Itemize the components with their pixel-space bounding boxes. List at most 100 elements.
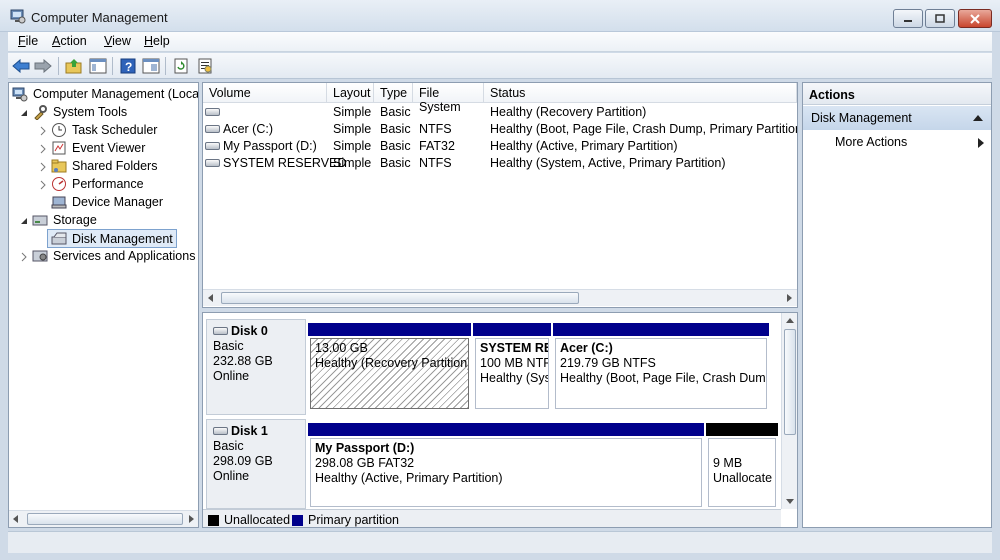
tree-node-services-and-applications[interactable]: Services and Applications <box>32 247 195 265</box>
maximize-button[interactable] <box>925 9 955 28</box>
column-header-status[interactable]: Status <box>484 83 797 103</box>
up-folder-icon <box>65 59 82 74</box>
scrollbar-thumb[interactable] <box>221 292 579 304</box>
partition-name: My Passport (D:) <box>315 441 415 455</box>
disk-1-unallocated-space[interactable]: 9 MB Unallocate <box>706 423 778 509</box>
expand-arrow-icon[interactable] <box>38 126 48 136</box>
expand-arrow-icon[interactable] <box>38 162 48 172</box>
volume-type-cell: Basic <box>380 156 411 170</box>
partition-details: 9 MB Unallocate <box>708 438 776 507</box>
partition-name: Acer (C:) <box>560 341 613 355</box>
column-header-layout[interactable]: Layout <box>327 83 374 103</box>
collapse-arrow-icon[interactable] <box>19 216 29 226</box>
disk-view-vertical-scrollbar[interactable] <box>781 313 797 509</box>
storage-icon <box>32 215 48 226</box>
title-bar[interactable]: Computer Management <box>0 0 1000 32</box>
volume-layout-cell: Simple <box>333 122 372 136</box>
partition-size: 100 MB NTF <box>480 356 549 370</box>
expand-arrow-icon[interactable] <box>38 180 48 190</box>
refresh-button[interactable] <box>171 56 191 76</box>
expand-arrow-icon[interactable] <box>19 252 29 262</box>
tree-node-task-scheduler[interactable]: Task Scheduler <box>51 121 157 139</box>
actions-section-label: Disk Management <box>811 111 912 125</box>
menu-action[interactable]: Action <box>52 34 87 48</box>
scroll-right-icon[interactable] <box>785 294 793 302</box>
partition-status: Healthy (Active, Primary Partition) <box>315 471 503 485</box>
scroll-left-icon[interactable] <box>207 294 215 302</box>
disk-graphical-view: Disk 0 Basic 232.88 GB Online 13.00 GB H… <box>202 312 798 528</box>
menu-file[interactable]: File <box>18 34 38 48</box>
computer-management-icon <box>12 87 28 102</box>
scrollbar-thumb[interactable] <box>784 329 796 435</box>
partition-status: Unallocate <box>713 471 773 485</box>
scroll-left-icon[interactable] <box>12 515 20 523</box>
disk-1-label[interactable]: Disk 1 Basic 298.09 GB Online <box>206 419 306 509</box>
volume-drive-icon <box>205 107 220 116</box>
scroll-up-icon[interactable] <box>786 317 794 325</box>
tree-node-disk-management[interactable]: Disk Management <box>47 229 177 248</box>
tree-node-system-tools[interactable]: System Tools <box>32 103 127 121</box>
export-list-button[interactable] <box>195 56 215 76</box>
help-icon: ? <box>120 58 136 74</box>
actions-section-disk-management[interactable]: Disk Management <box>803 106 991 130</box>
tree-node-device-manager[interactable]: Device Manager <box>51 193 163 211</box>
more-actions-label: More Actions <box>835 135 908 149</box>
scroll-right-icon[interactable] <box>187 515 195 523</box>
minimize-button[interactable] <box>893 9 923 28</box>
tree-label-storage: Storage <box>53 213 97 227</box>
tree-node-event-viewer[interactable]: Event Viewer <box>51 139 145 157</box>
menu-view[interactable]: View <box>104 34 131 48</box>
maximize-icon <box>935 13 945 23</box>
primary-partition-bar <box>553 323 769 336</box>
disk-0-system-reserved-partition[interactable]: SYSTEM RES 100 MB NTF Healthy (Sys <box>473 323 551 411</box>
tree-node-computer-management[interactable]: Computer Management (Local <box>12 85 198 103</box>
status-bar <box>8 531 992 553</box>
properties-button[interactable] <box>141 56 161 76</box>
collapse-up-icon[interactable] <box>973 114 983 122</box>
volume-row[interactable]: My Passport (D:) Simple Basic FAT32 Heal… <box>203 138 797 155</box>
tree-label-event-viewer: Event Viewer <box>72 141 146 155</box>
volume-layout-cell: Simple <box>333 105 372 119</box>
disk-management-icon <box>51 232 67 244</box>
tree-horizontal-scrollbar[interactable] <box>9 510 198 527</box>
collapse-arrow-icon[interactable] <box>19 108 29 118</box>
disk-1-my-passport-partition[interactable]: My Passport (D:) 298.08 GB FAT32 Healthy… <box>308 423 704 509</box>
up-one-level-button[interactable] <box>64 56 84 76</box>
partition-details: My Passport (D:) 298.08 GB FAT32 Healthy… <box>310 438 702 507</box>
volume-fs-cell: FAT32 <box>419 139 455 153</box>
submenu-arrow-icon[interactable] <box>977 138 985 148</box>
show-hide-console-tree-button[interactable] <box>88 56 108 76</box>
back-button[interactable] <box>11 56 31 76</box>
column-header-type[interactable]: Type <box>374 83 413 103</box>
volume-drive-icon <box>205 124 220 133</box>
computer-management-app-icon <box>10 9 26 24</box>
tree-label-disk-management: Disk Management <box>72 231 173 246</box>
volume-layout-cell: Simple <box>333 156 372 170</box>
tree-node-performance[interactable]: Performance <box>51 175 144 193</box>
volume-name-cell: Acer (C:) <box>205 122 273 136</box>
forward-button[interactable] <box>33 56 53 76</box>
disk-0-acer-c-partition[interactable]: Acer (C:) 219.79 GB NTFS Healthy (Boot, … <box>553 323 769 411</box>
menu-help[interactable]: Help <box>144 34 170 48</box>
column-header-file-system[interactable]: File System <box>413 83 484 114</box>
column-header-volume[interactable]: Volume <box>203 83 327 103</box>
volume-list-horizontal-scrollbar[interactable] <box>203 289 797 306</box>
help-button[interactable]: ? <box>118 56 138 76</box>
disk-0-recovery-partition[interactable]: 13.00 GB Healthy (Recovery Partition) <box>308 323 471 411</box>
volume-name-cell: SYSTEM RESERVED <box>205 156 346 170</box>
scrollbar-thumb[interactable] <box>27 513 183 525</box>
volume-status-cell: Healthy (Active, Primary Partition) <box>490 139 678 153</box>
unallocated-bar <box>706 423 778 436</box>
partition-size: 13.00 GB <box>315 341 368 355</box>
scroll-down-icon[interactable] <box>786 497 794 505</box>
tree-node-shared-folders[interactable]: Shared Folders <box>51 157 157 175</box>
volume-row[interactable]: Simple Basic Healthy (Recovery Partition… <box>203 104 797 121</box>
more-actions-item[interactable]: More Actions <box>835 135 907 149</box>
volume-row[interactable]: SYSTEM RESERVED Simple Basic NTFS Health… <box>203 155 797 172</box>
disk-0-label[interactable]: Disk 0 Basic 232.88 GB Online <box>206 319 306 415</box>
close-button[interactable] <box>958 9 992 28</box>
primary-partition-bar <box>308 423 704 436</box>
expand-arrow-icon[interactable] <box>38 144 48 154</box>
volume-row[interactable]: Acer (C:) Simple Basic NTFS Healthy (Boo… <box>203 121 797 138</box>
tree-node-storage[interactable]: Storage <box>32 211 97 229</box>
